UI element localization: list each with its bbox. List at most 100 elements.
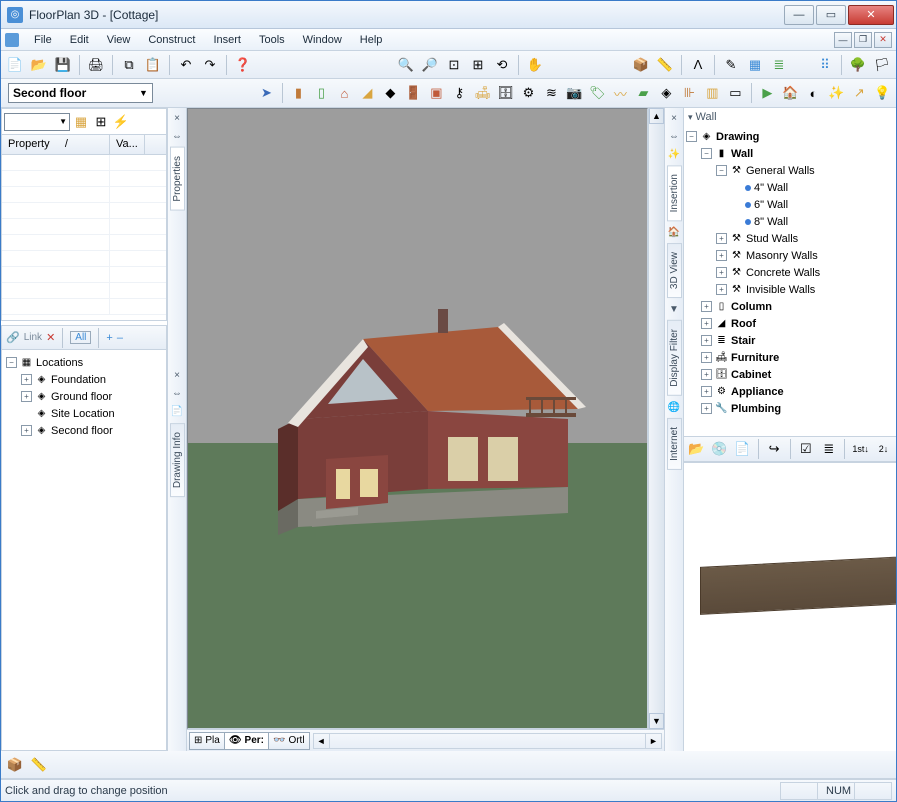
zoom-in-icon[interactable]: 🔍 xyxy=(395,54,417,76)
scroll-left-icon[interactable]: ◄ xyxy=(314,734,330,748)
house-icon[interactable]: 🏠 xyxy=(780,82,801,104)
insertion-tree[interactable]: −◈Drawing −▮Wall −⚒General Walls 4" Wall… xyxy=(684,126,896,436)
tree-wall-size[interactable]: 8" Wall xyxy=(686,213,894,230)
tab-plan[interactable]: ⊞Pla xyxy=(189,732,225,750)
arrow-select-icon[interactable]: ➤ xyxy=(256,82,277,104)
scroll-up-icon[interactable]: ▲ xyxy=(649,108,664,124)
text-tool-icon[interactable]: ▭ xyxy=(725,82,746,104)
property-col-name[interactable]: Property / xyxy=(2,135,110,154)
locations-tree[interactable]: − ▦ Locations +◈Foundation +◈Ground floo… xyxy=(2,350,166,660)
new-file-icon[interactable]: 📄 xyxy=(4,54,26,76)
tree-cat[interactable]: +🗄Cabinet xyxy=(686,366,894,383)
lib-open-icon[interactable]: 📂 xyxy=(686,438,707,460)
house-small-icon[interactable]: 🏠 xyxy=(667,225,681,239)
tree-cat[interactable]: +≣Stair xyxy=(686,332,894,349)
pencil-icon[interactable]: ✎ xyxy=(720,54,742,76)
tab-internet[interactable]: Internet xyxy=(667,418,682,470)
fence-tool-icon[interactable]: ⊪ xyxy=(679,82,700,104)
property-grid[interactable] xyxy=(2,155,166,320)
roof-tool-icon[interactable]: ⌂ xyxy=(334,82,355,104)
layers-icon[interactable]: ≣ xyxy=(768,54,790,76)
tab-3d-view[interactable]: 3D View xyxy=(667,243,682,298)
floor-selector[interactable]: Second floor ▼ xyxy=(8,83,153,103)
mdi-restore[interactable]: ❐ xyxy=(854,32,872,48)
prop-btn2-icon[interactable]: ⊞ xyxy=(92,113,110,131)
close-panel-icon[interactable]: × xyxy=(170,111,184,125)
ruler-icon[interactable]: 📏 xyxy=(654,54,676,76)
light-icon[interactable]: 💡 xyxy=(872,82,893,104)
property-col-value[interactable]: Va... xyxy=(110,135,145,154)
tree-wall-group[interactable]: +⚒Stud Walls xyxy=(686,230,894,247)
zoom-extents-icon[interactable]: ⊞ xyxy=(467,54,489,76)
close-panel-icon[interactable]: × xyxy=(170,369,184,383)
menu-edit[interactable]: Edit xyxy=(61,32,98,48)
appliance-tool-icon[interactable]: ⚙ xyxy=(518,82,539,104)
scroll-right-icon[interactable]: ► xyxy=(645,734,661,748)
paste-icon[interactable]: 📋 xyxy=(142,54,164,76)
camera-tool-icon[interactable]: 📷 xyxy=(564,82,585,104)
zoom-prev-icon[interactable]: ⟲ xyxy=(491,54,513,76)
tree-general-walls[interactable]: −⚒General Walls xyxy=(686,162,894,179)
hvac-tool-icon[interactable]: ≋ xyxy=(541,82,562,104)
collapse-panel-icon[interactable]: ⇔ xyxy=(667,129,681,143)
horizontal-scrollbar[interactable]: ◄ ► xyxy=(313,733,662,749)
ruler-bottom-icon[interactable]: 📏 xyxy=(28,754,50,776)
menu-tools[interactable]: Tools xyxy=(250,32,294,48)
lib-sort2-icon[interactable]: 2↓ xyxy=(873,438,894,460)
3d-viewport[interactable] xyxy=(187,108,648,729)
close-button[interactable]: ✕ xyxy=(848,5,894,25)
material-tool-icon[interactable]: ◈ xyxy=(656,82,677,104)
tree-cat[interactable]: +⚙Appliance xyxy=(686,383,894,400)
print-icon[interactable]: 🖨 xyxy=(85,54,107,76)
funnel-icon[interactable]: ▼ xyxy=(667,302,681,316)
undo-icon[interactable]: ↶ xyxy=(175,54,197,76)
tree-wall-size[interactable]: 6" Wall xyxy=(686,196,894,213)
add-location-icon[interactable]: + xyxy=(106,332,112,344)
loc-item[interactable]: ◈Site Location xyxy=(6,405,164,422)
close-panel-icon[interactable]: × xyxy=(667,111,681,125)
delete-icon[interactable]: ✕ xyxy=(46,331,55,344)
cabinet-tool-icon[interactable]: 🗄 xyxy=(495,82,516,104)
tree-wall-group[interactable]: +⚒Concrete Walls xyxy=(686,264,894,281)
menu-view[interactable]: View xyxy=(98,32,140,48)
dots-grid-icon[interactable]: ⠿ xyxy=(814,54,836,76)
slab-tool-icon[interactable]: ◆ xyxy=(380,82,401,104)
shade-icon[interactable]: ◐ xyxy=(803,82,824,104)
tab-drawing-info[interactable]: Drawing Info xyxy=(170,423,185,497)
maximize-button[interactable]: ▭ xyxy=(816,5,846,25)
tree-wall-group[interactable]: +⚒Invisible Walls xyxy=(686,281,894,298)
lib-cd-icon[interactable]: 💿 xyxy=(709,438,730,460)
wall-tool-icon[interactable]: ▮ xyxy=(288,82,309,104)
menu-help[interactable]: Help xyxy=(351,32,392,48)
zoom-out-icon[interactable]: 🔎 xyxy=(419,54,441,76)
wand-small-icon[interactable]: ✨ xyxy=(667,147,681,161)
flag-icon[interactable]: 🏳 xyxy=(871,54,893,76)
menu-construct[interactable]: Construct xyxy=(139,32,204,48)
tree-root[interactable]: −◈Drawing xyxy=(686,128,894,145)
deck-tool-icon[interactable]: ▥ xyxy=(702,82,723,104)
minimize-button[interactable]: — xyxy=(784,5,814,25)
property-filter-select[interactable]: ▼ xyxy=(4,113,70,131)
tree-cat[interactable]: +🛋Furniture xyxy=(686,349,894,366)
mdi-close[interactable]: ✕ xyxy=(874,32,892,48)
run-icon[interactable]: ▶ xyxy=(757,82,778,104)
expand-icon[interactable]: + xyxy=(21,374,32,385)
box-bottom-icon[interactable]: 📦 xyxy=(4,754,26,776)
box-icon[interactable]: 📦 xyxy=(630,54,652,76)
tree-cat[interactable]: +🔧Plumbing xyxy=(686,400,894,417)
tab-properties[interactable]: Properties xyxy=(170,147,185,211)
collapse-panel-icon[interactable]: ⇔ xyxy=(170,129,184,143)
info-icon[interactable]: 📄 xyxy=(170,405,184,419)
tag-tool-icon[interactable]: 🏷 xyxy=(587,82,608,104)
help-icon[interactable]: ❓ xyxy=(232,54,254,76)
loc-item[interactable]: +◈Second floor xyxy=(6,422,164,439)
tree-wall[interactable]: −▮Wall xyxy=(686,145,894,162)
tree-cat[interactable]: +◢Roof xyxy=(686,315,894,332)
tab-insertion[interactable]: Insertion xyxy=(667,165,682,221)
scroll-down-icon[interactable]: ▼ xyxy=(649,713,664,729)
save-icon[interactable]: 💾 xyxy=(52,54,74,76)
stair-tool-icon[interactable]: ◢ xyxy=(357,82,378,104)
loc-item[interactable]: +◈Ground floor xyxy=(6,388,164,405)
zoom-window-icon[interactable]: ⊡ xyxy=(443,54,465,76)
tree-wall-group[interactable]: +⚒Masonry Walls xyxy=(686,247,894,264)
